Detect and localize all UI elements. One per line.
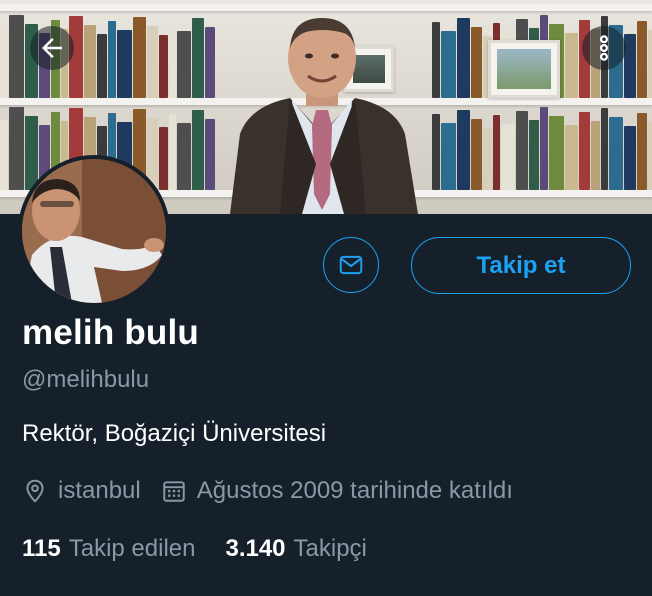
- book-spine: [432, 114, 440, 190]
- following-label: Takip edilen: [68, 535, 196, 562]
- book-spine: [0, 120, 8, 190]
- book-spine: [565, 125, 578, 190]
- follow-button[interactable]: Takip et: [411, 237, 631, 294]
- book-spine: [579, 112, 590, 190]
- arrow-left-icon: [42, 38, 62, 58]
- book-spine: [549, 116, 564, 190]
- profile-join-date: Ağustos 2009 tarihinde katıldı: [161, 477, 513, 505]
- avatar-image: [22, 159, 166, 303]
- avatar[interactable]: [18, 155, 170, 307]
- book-spine: [0, 28, 8, 98]
- book-spine: [169, 114, 176, 190]
- more-vertical-icon: [599, 35, 608, 61]
- book-spine: [637, 113, 647, 190]
- book-spine: [457, 110, 470, 190]
- book-spine: [624, 34, 636, 98]
- profile-location: istanbul: [22, 477, 141, 505]
- message-button[interactable]: [323, 237, 379, 293]
- more-options-button[interactable]: [582, 26, 626, 70]
- book-spine: [159, 35, 168, 98]
- book-spine: [648, 122, 652, 190]
- book-spine: [601, 108, 608, 190]
- followers-count: 3.140: [225, 535, 286, 562]
- book-spine: [648, 30, 652, 98]
- following-link[interactable]: 115 Takip edilen: [22, 535, 195, 563]
- calendar-icon: [163, 481, 185, 502]
- book-spine: [108, 21, 116, 98]
- book-spine: [565, 33, 578, 98]
- envelope-icon: [339, 255, 363, 275]
- book-spine: [205, 27, 215, 98]
- book-spine: [457, 18, 470, 98]
- book-spine: [9, 15, 24, 98]
- book-spine: [471, 119, 482, 190]
- book-spine: [591, 121, 600, 190]
- book-spine: [9, 107, 24, 190]
- back-button[interactable]: [30, 26, 74, 70]
- book-spine: [25, 116, 38, 190]
- book-spine: [147, 26, 158, 98]
- book-spine: [471, 27, 482, 98]
- book-spine: [483, 128, 492, 190]
- followers-link[interactable]: 3.140 Takipçi: [225, 535, 366, 563]
- book-spine: [493, 115, 500, 190]
- location-text: istanbul: [58, 477, 141, 504]
- book-spine: [441, 123, 456, 190]
- banner-person-image: [230, 18, 418, 214]
- profile-stats: 115 Takip edilen 3.140 Takipçi: [22, 534, 367, 564]
- profile-handle: @melihbulu: [22, 366, 150, 393]
- book-spine: [501, 124, 515, 190]
- book-spine: [609, 117, 623, 190]
- book-spine: [192, 18, 204, 98]
- book-spine: [159, 127, 168, 190]
- profile-meta: istanbul Ağustos 2009 tarihinde katıldı: [22, 476, 513, 506]
- join-date-text: Ağustos 2009 tarihinde katıldı: [196, 477, 513, 504]
- book-spine: [637, 21, 647, 98]
- book-spine: [84, 25, 96, 98]
- location-pin-icon: [26, 479, 44, 503]
- book-spine: [540, 107, 548, 190]
- book-spine: [169, 22, 176, 98]
- followers-label: Takipçi: [293, 535, 367, 562]
- following-count: 115: [22, 535, 61, 562]
- book-spine: [529, 120, 539, 190]
- book-spine: [441, 31, 456, 98]
- book-spine: [177, 123, 191, 190]
- book-spine: [205, 119, 215, 190]
- book-spine: [192, 110, 204, 190]
- book-spine: [177, 31, 191, 98]
- book-spine: [624, 126, 636, 190]
- profile-name: melih bulu: [22, 313, 199, 352]
- book-spine: [97, 34, 107, 98]
- book-spine: [133, 17, 146, 98]
- profile-bio: Rektör, Boğaziçi Üniversitesi: [22, 420, 327, 447]
- book-spine: [432, 22, 440, 98]
- framed-photo: [488, 40, 560, 98]
- book-spine: [117, 30, 132, 98]
- book-spine: [516, 111, 528, 190]
